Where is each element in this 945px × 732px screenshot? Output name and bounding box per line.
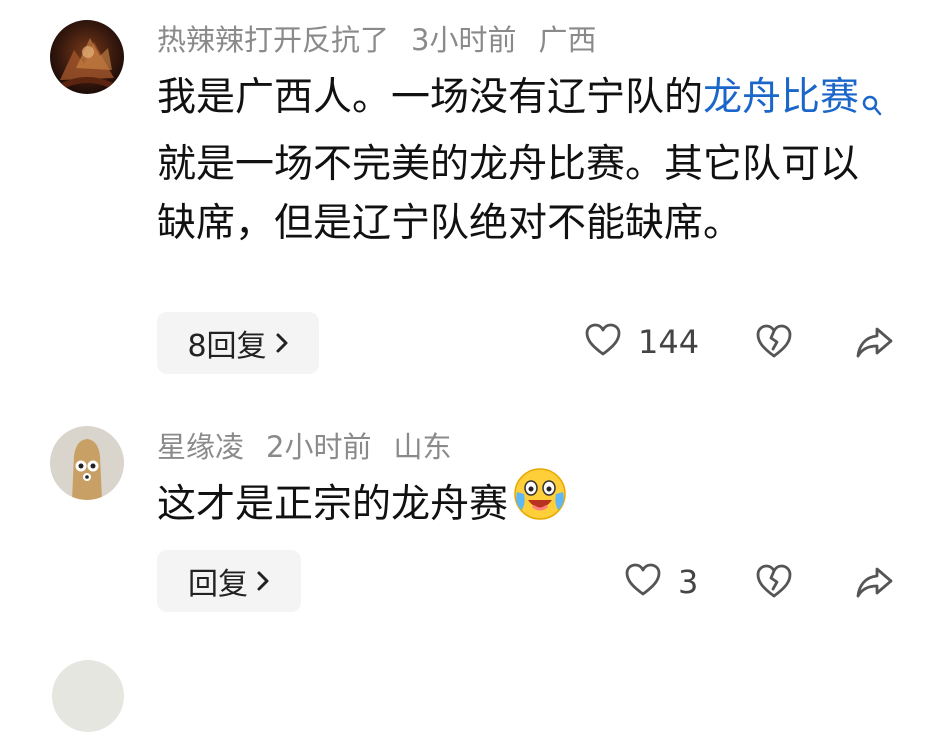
broken-heart-icon [754, 322, 794, 364]
location: 广西 [538, 23, 597, 57]
avatar[interactable] [52, 660, 124, 732]
like-button[interactable]: 144 [584, 322, 699, 362]
comment-text-before: 我是广西人。一场没有辽宁队的 [157, 75, 704, 120]
dislike-button[interactable] [754, 562, 794, 604]
username[interactable]: 热辣辣打开反抗了 [157, 23, 389, 57]
reply-label: 8回复 [187, 329, 267, 364]
chevron-right-icon [256, 570, 270, 592]
comment-meta: 热辣辣打开反抗了 3小时前 广西 [157, 26, 596, 55]
broken-heart-icon [754, 562, 794, 604]
like-count: 3 [678, 563, 699, 601]
like-count: 144 [638, 323, 700, 361]
reply-button[interactable]: 回复 [157, 550, 301, 612]
share-button[interactable] [855, 564, 895, 604]
comment-text-after: 就是一场不完美的龙舟比赛。其它队可以缺席，但是辽宁队绝对不能缺席。 [157, 142, 860, 246]
comment-text-body: 这才是正宗的龙舟赛 [157, 482, 509, 527]
username[interactable]: 星缘凌 [157, 430, 244, 464]
search-icon[interactable] [861, 76, 883, 135]
comment-meta: 星缘凌 2小时前 山东 [157, 433, 451, 462]
like-button[interactable]: 3 [624, 562, 698, 602]
search-link[interactable]: 龙舟比赛 [703, 75, 859, 120]
avatar[interactable] [50, 426, 124, 500]
dislike-button[interactable] [754, 322, 794, 364]
share-arrow-icon [855, 324, 895, 364]
location: 山东 [393, 430, 452, 464]
timestamp: 2小时前 [266, 430, 372, 464]
heart-outline-icon [624, 562, 662, 602]
avatar[interactable] [50, 20, 124, 94]
reply-label: 回复 [188, 567, 248, 602]
timestamp: 3小时前 [411, 23, 517, 57]
crying-laughing-emoji [512, 466, 568, 539]
heart-outline-icon [584, 322, 622, 362]
share-button[interactable] [855, 324, 895, 364]
comment-text: 这才是正宗的龙舟赛 [157, 468, 887, 539]
chevron-right-icon [275, 332, 289, 354]
comment-text: 我是广西人。一场没有辽宁队的龙舟比赛 就是一场不完美的龙舟比赛。其它队可以缺席，… [157, 68, 887, 253]
view-replies-button[interactable]: 8回复 [157, 312, 319, 374]
share-arrow-icon [855, 564, 895, 604]
